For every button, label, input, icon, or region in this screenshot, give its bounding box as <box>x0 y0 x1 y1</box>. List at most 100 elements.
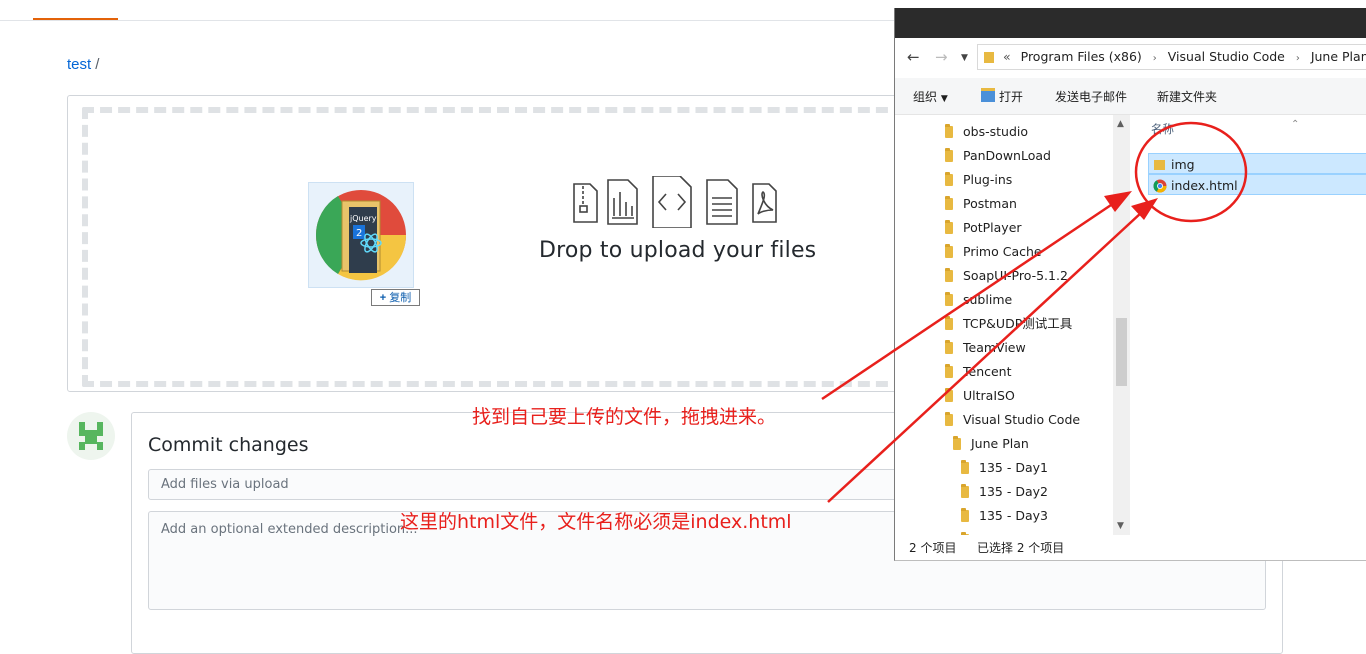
tree-item[interactable]: PotPlayer <box>945 216 1022 240</box>
email-button[interactable]: 发送电子邮件 <box>1055 88 1127 105</box>
open-folder-icon <box>981 88 995 102</box>
folder-icon <box>945 315 953 330</box>
avatar <box>67 412 115 460</box>
tree-item[interactable]: SoapUI-Pro-5.1.2 <box>945 264 1068 288</box>
file-type-icons <box>570 175 780 229</box>
tree-item-label: obs-studio <box>963 124 1028 139</box>
folder-icon <box>953 435 961 450</box>
selected-count: 已选择 2 个项目 <box>977 541 1065 555</box>
recent-locations-icon[interactable]: ▼ <box>961 53 968 63</box>
tree-item-label: PanDownLoad <box>963 148 1051 163</box>
sort-ascending-icon: ⌃ <box>1291 119 1300 130</box>
folder-icon <box>945 147 953 162</box>
svg-text:2: 2 <box>356 228 362 239</box>
tree-item[interactable]: obs-studio <box>945 120 1028 144</box>
address-bar[interactable]: « Program Files (x86) › Visual Studio Co… <box>977 44 1366 70</box>
tree-item[interactable]: Plug-ins <box>945 168 1012 192</box>
tree-item[interactable]: Primo Cache <box>945 240 1042 264</box>
repo-link[interactable]: test <box>67 56 91 73</box>
tree-item-label: sublime <box>963 292 1013 307</box>
tree-item[interactable]: PanDownLoad <box>945 144 1051 168</box>
explorer-nav-bar: ← → ▼ « Program Files (x86) › Visual Stu… <box>895 38 1366 78</box>
address-crumb[interactable]: June Plan <box>1311 45 1366 69</box>
explorer-toolbar: 组织 ▼ 打开 发送电子邮件 新建文件夹 <box>895 78 1366 115</box>
tree-item[interactable]: TCP&UDP测试工具 <box>945 312 1072 336</box>
explorer-titlebar <box>895 8 1366 38</box>
drag-ghost-image: jQuery 2 <box>308 182 414 288</box>
caret-down-icon: ▼ <box>940 94 948 104</box>
folder-icon <box>945 387 953 402</box>
active-tab-underline <box>33 18 118 20</box>
folder-icon <box>945 171 953 186</box>
svg-text:jQuery: jQuery <box>349 214 377 223</box>
file-item-index-html[interactable]: index.html <box>1148 174 1366 195</box>
tree-item-label: 135 - Day1 <box>979 460 1048 475</box>
back-arrow-icon[interactable]: ← <box>907 48 920 66</box>
folder-icon <box>945 219 953 234</box>
tree-item[interactable]: Tencent <box>945 360 1012 384</box>
folder-icon <box>961 483 969 498</box>
column-header-label: 名称 <box>1151 122 1174 136</box>
dropzone-text: Drop to upload your files <box>539 238 817 263</box>
file-item-img[interactable]: img <box>1148 153 1366 174</box>
organize-label: 组织 <box>913 90 938 104</box>
chevron-right-icon[interactable]: › <box>1296 47 1300 69</box>
scrollbar-thumb[interactable] <box>1116 318 1127 386</box>
copy-badge-label: 复制 <box>389 292 412 304</box>
tree-item-label: Primo Cache <box>963 244 1042 259</box>
navigation-tree[interactable]: obs-studio PanDownLoad Plug-ins Postman PotP… <box>895 115 1131 535</box>
forward-arrow-icon[interactable]: → <box>935 48 948 66</box>
tree-item[interactable]: June Plan <box>953 432 1029 456</box>
tree-item[interactable]: TeamView <box>945 336 1026 360</box>
folder-icon <box>945 291 953 306</box>
tree-item[interactable]: 135 - Day5 <box>961 528 1048 535</box>
address-crumb[interactable]: Program Files (x86) <box>1021 45 1142 69</box>
new-folder-button[interactable]: 新建文件夹 <box>1157 88 1217 105</box>
tree-item[interactable]: 135 - Day3 <box>961 504 1048 528</box>
file-name: img <box>1171 157 1195 172</box>
file-explorer-window: ← → ▼ « Program Files (x86) › Visual Stu… <box>894 8 1366 561</box>
breadcrumb: test / <box>67 56 99 73</box>
address-crumb[interactable]: Visual Studio Code <box>1168 45 1285 69</box>
tree-item[interactable]: 135 - Day1 <box>961 456 1048 480</box>
organize-button[interactable]: 组织 ▼ <box>913 88 948 105</box>
tree-item-label: SoapUI-Pro-5.1.2 <box>963 268 1068 283</box>
folder-icon <box>945 267 953 282</box>
tree-item[interactable]: 135 - Day2 <box>961 480 1048 504</box>
tree-item[interactable]: Postman <box>945 192 1017 216</box>
folder-icon <box>984 52 994 63</box>
annotation-drag-note: 找到自己要上传的文件，拖拽进来。 <box>472 406 777 428</box>
annotation-html-note: 这里的html文件，文件名称必须是index.html <box>400 511 792 533</box>
folder-icon <box>945 339 953 354</box>
tree-item-label: UltraISO <box>963 388 1015 403</box>
scroll-up-icon[interactable]: ▲ <box>1117 119 1124 129</box>
tree-item[interactable]: sublime <box>945 288 1012 312</box>
tree-item[interactable]: Visual Studio Code <box>945 408 1080 432</box>
breadcrumb-separator: / <box>95 56 100 73</box>
folder-icon <box>945 243 953 258</box>
folder-icon <box>945 195 953 210</box>
folder-icon <box>945 411 953 426</box>
file-list-pane[interactable]: 名称 ⌃ img index.html <box>1131 115 1366 535</box>
chrome-icon <box>1153 179 1167 193</box>
folder-icon <box>945 363 953 378</box>
scroll-down-icon[interactable]: ▼ <box>1117 521 1124 531</box>
item-count: 2 个项目 <box>909 541 957 555</box>
tree-item-label: TeamView <box>963 340 1026 355</box>
folder-icon <box>1154 160 1165 170</box>
open-label: 打开 <box>999 90 1024 104</box>
tree-item-label: Plug-ins <box>963 172 1013 187</box>
folder-icon <box>945 123 953 138</box>
folder-icon <box>961 507 969 522</box>
tree-item-label: TCP&UDP测试工具 <box>963 316 1073 331</box>
tree-scrollbar[interactable]: ▲ ▼ <box>1113 115 1130 535</box>
tree-item-label: 135 - Day3 <box>979 508 1048 523</box>
tree-item-label: Tencent <box>963 364 1012 379</box>
tree-item[interactable]: UltraISO <box>945 384 1015 408</box>
open-button[interactable]: 打开 <box>981 88 1023 105</box>
tree-item-label: Postman <box>963 196 1017 211</box>
path-overflow[interactable]: « <box>1003 45 1011 69</box>
commit-title: Commit changes <box>148 434 309 456</box>
column-header-name[interactable]: 名称 ⌃ <box>1151 119 1299 137</box>
chevron-right-icon[interactable]: › <box>1153 47 1157 69</box>
